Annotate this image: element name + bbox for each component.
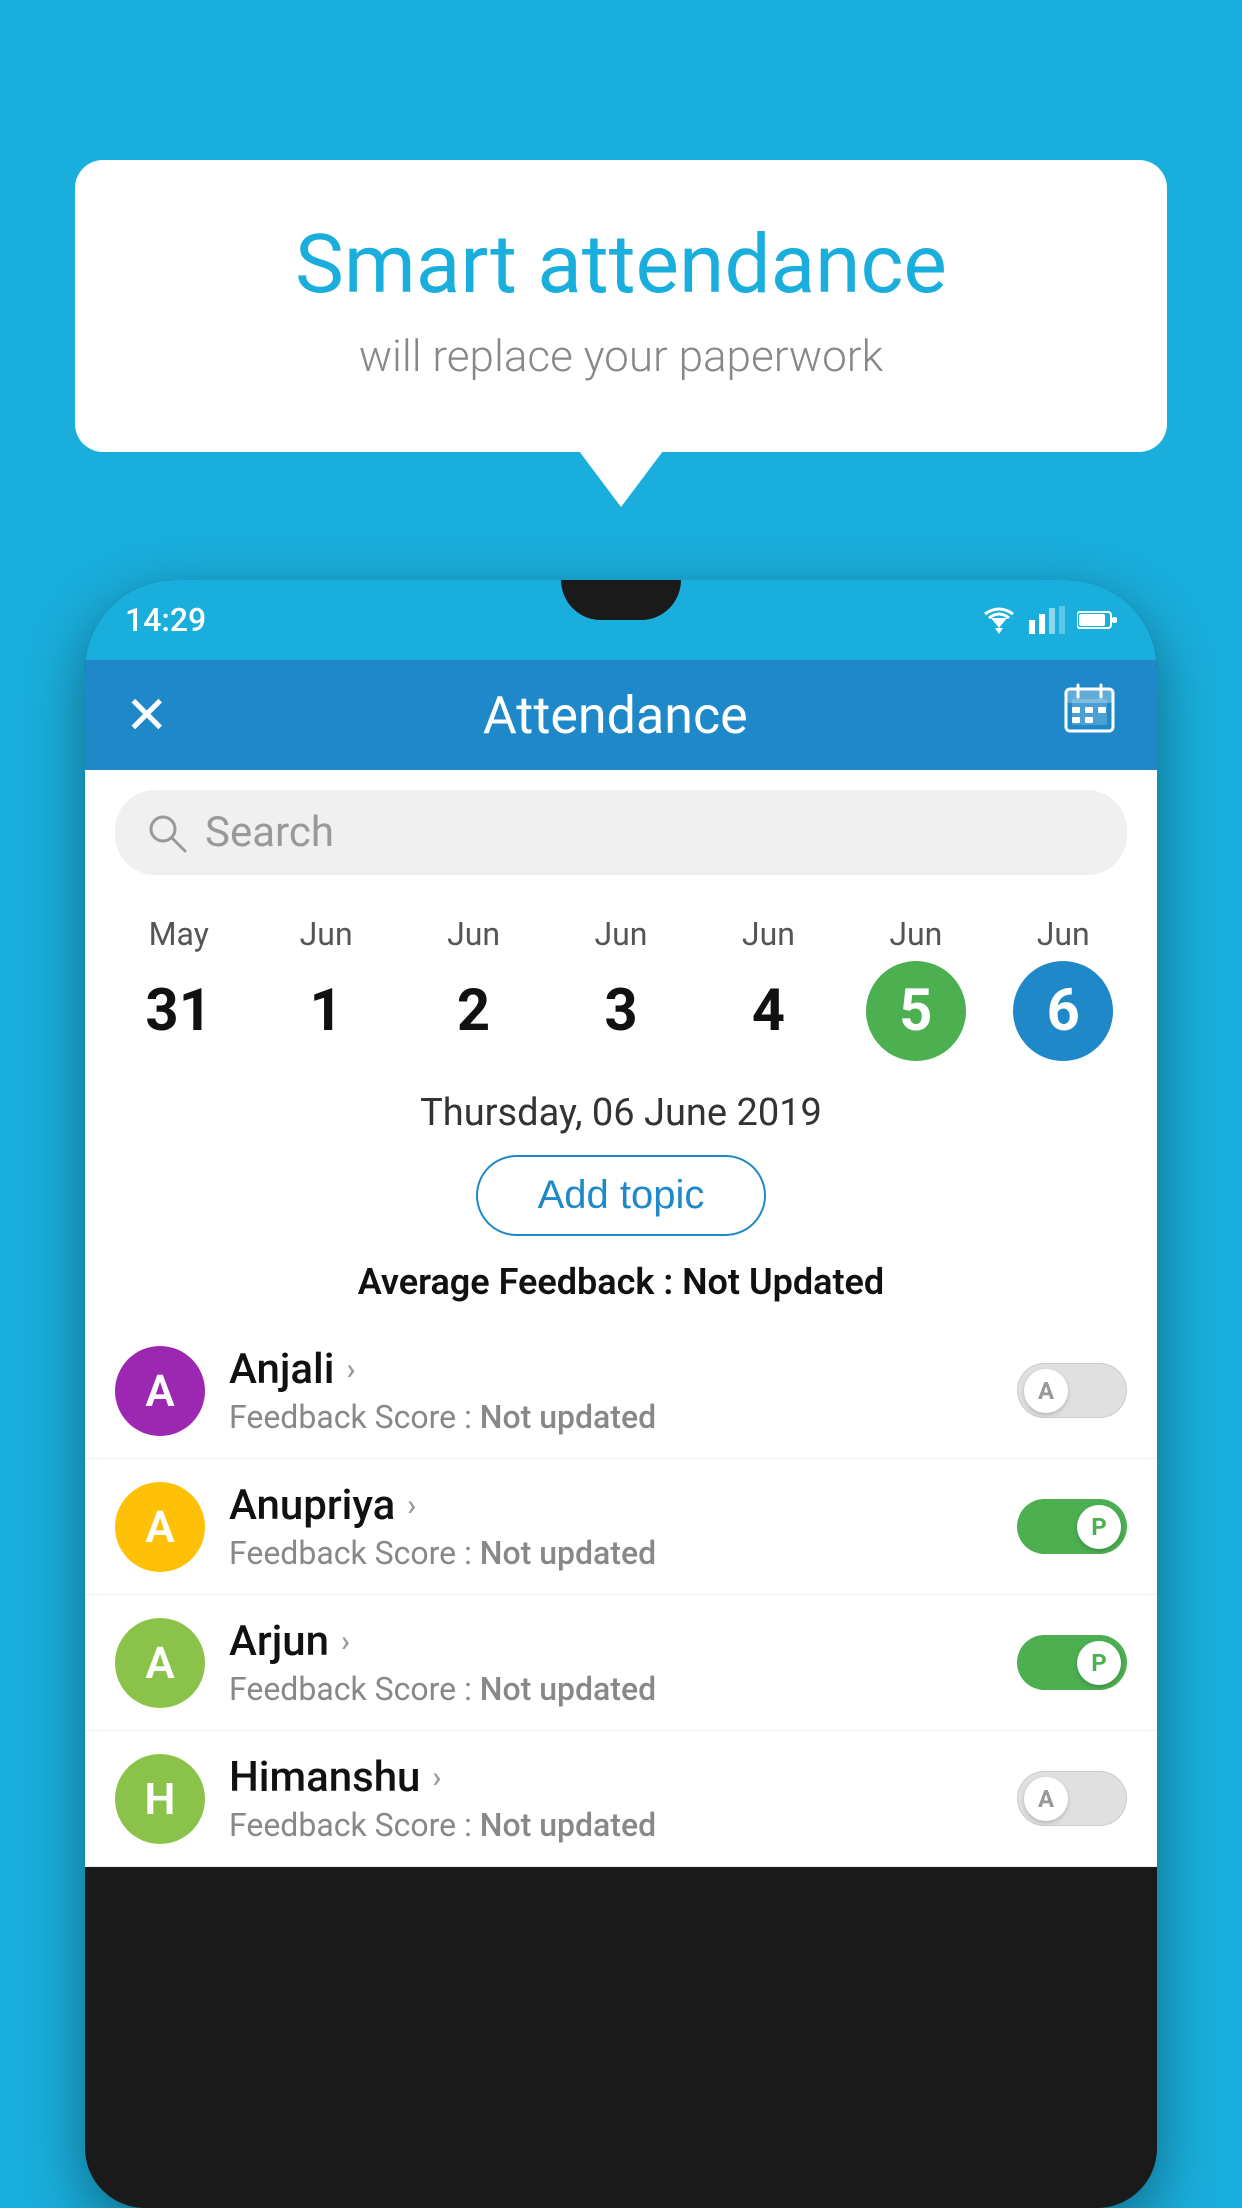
chevron-icon: › bbox=[341, 1624, 350, 1659]
student-item[interactable]: A Arjun › Feedback Score : Not updated P bbox=[85, 1595, 1157, 1731]
phone-frame: 14:29 ✕ At bbox=[85, 580, 1157, 2208]
student-info: Anjali › Feedback Score : Not updated bbox=[229, 1345, 993, 1436]
app-header: ✕ Attendance bbox=[85, 660, 1157, 770]
status-bar: 14:29 bbox=[85, 580, 1157, 660]
student-item[interactable]: H Himanshu › Feedback Score : Not updated A bbox=[85, 1731, 1157, 1867]
attendance-toggle[interactable]: A bbox=[1017, 1771, 1127, 1826]
student-item[interactable]: A Anjali › Feedback Score : Not updated A bbox=[85, 1323, 1157, 1459]
cal-month-label: Jun bbox=[742, 915, 795, 953]
avatar: A bbox=[115, 1482, 205, 1572]
chevron-icon: › bbox=[432, 1760, 441, 1795]
student-score: Feedback Score : Not updated bbox=[229, 1670, 993, 1708]
toggle-knob: A bbox=[1024, 1369, 1068, 1413]
calendar-day[interactable]: Jun 2 bbox=[414, 915, 534, 1061]
signal-icon bbox=[1029, 606, 1065, 634]
student-info: Arjun › Feedback Score : Not updated bbox=[229, 1617, 993, 1708]
add-topic-button[interactable]: Add topic bbox=[476, 1155, 767, 1236]
cal-month-label: Jun bbox=[594, 915, 647, 953]
status-icons bbox=[981, 606, 1117, 634]
attendance-toggle[interactable]: P bbox=[1017, 1499, 1127, 1554]
search-placeholder: Search bbox=[205, 808, 334, 857]
search-icon bbox=[145, 811, 189, 855]
toggle-wrap[interactable]: A bbox=[1017, 1771, 1127, 1826]
student-name: Arjun › bbox=[229, 1617, 993, 1666]
student-name: Anupriya › bbox=[229, 1481, 993, 1530]
toggle-wrap[interactable]: P bbox=[1017, 1635, 1127, 1690]
cal-day-num[interactable]: 31 bbox=[129, 961, 229, 1061]
avatar: H bbox=[115, 1754, 205, 1844]
avg-feedback-label: Average Feedback : bbox=[358, 1261, 673, 1303]
cal-month-label: May bbox=[149, 915, 209, 953]
speech-bubble: Smart attendance will replace your paper… bbox=[75, 160, 1167, 452]
cal-month-label: Jun bbox=[447, 915, 500, 953]
cal-month-label: Jun bbox=[889, 915, 942, 953]
toggle-wrap[interactable]: A bbox=[1017, 1363, 1127, 1418]
date-label: Thursday, 06 June 2019 bbox=[85, 1061, 1157, 1155]
student-list: AAnjali ›Feedback Score : Not updatedAAA… bbox=[85, 1323, 1157, 1867]
cal-day-num[interactable]: 3 bbox=[571, 961, 671, 1061]
cal-day-num[interactable]: 2 bbox=[424, 961, 524, 1061]
avatar: A bbox=[115, 1618, 205, 1708]
student-name: Himanshu › bbox=[229, 1753, 993, 1802]
calendar-day[interactable]: Jun 1 bbox=[266, 915, 386, 1061]
toggle-knob: P bbox=[1077, 1505, 1121, 1549]
close-button[interactable]: ✕ bbox=[125, 685, 169, 746]
student-item[interactable]: A Anupriya › Feedback Score : Not updated P bbox=[85, 1459, 1157, 1595]
header-title: Attendance bbox=[483, 685, 748, 746]
student-info: Anupriya › Feedback Score : Not updated bbox=[229, 1481, 993, 1572]
calendar-button[interactable] bbox=[1062, 681, 1117, 749]
chevron-icon: › bbox=[407, 1488, 416, 1523]
student-score: Feedback Score : Not updated bbox=[229, 1534, 993, 1572]
chevron-icon: › bbox=[346, 1352, 355, 1387]
student-score: Feedback Score : Not updated bbox=[229, 1806, 993, 1844]
calendar-day[interactable]: Jun 3 bbox=[561, 915, 681, 1061]
avg-feedback: Average Feedback : Not Updated bbox=[85, 1261, 1157, 1303]
toggle-knob: A bbox=[1024, 1777, 1068, 1821]
calendar-day[interactable]: May 31 bbox=[119, 915, 239, 1061]
calendar-icon bbox=[1062, 681, 1117, 736]
cal-month-label: Jun bbox=[300, 915, 353, 953]
cal-month-label: Jun bbox=[1037, 915, 1090, 953]
cal-day-num[interactable]: 4 bbox=[718, 961, 818, 1061]
cal-day-num[interactable]: 5 bbox=[866, 961, 966, 1061]
phone-notch bbox=[561, 580, 681, 620]
calendar-day[interactable]: Jun 5 bbox=[856, 915, 976, 1061]
avatar: A bbox=[115, 1346, 205, 1436]
calendar-row: May 31 Jun 1 Jun 2 Jun 3 Jun 4 Jun 5 Jun 6 bbox=[85, 895, 1157, 1061]
bubble-title: Smart attendance bbox=[155, 220, 1087, 310]
avg-feedback-value: Not Updated bbox=[682, 1261, 884, 1303]
toggle-knob: P bbox=[1077, 1641, 1121, 1685]
attendance-toggle[interactable]: A bbox=[1017, 1363, 1127, 1418]
student-score: Feedback Score : Not updated bbox=[229, 1398, 993, 1436]
attendance-toggle[interactable]: P bbox=[1017, 1635, 1127, 1690]
calendar-day[interactable]: Jun 6 bbox=[1003, 915, 1123, 1061]
battery-icon bbox=[1077, 609, 1117, 631]
student-info: Himanshu › Feedback Score : Not updated bbox=[229, 1753, 993, 1844]
student-name: Anjali › bbox=[229, 1345, 993, 1394]
bubble-subtitle: will replace your paperwork bbox=[155, 330, 1087, 382]
phone-screen: Search May 31 Jun 1 Jun 2 Jun 3 Jun 4 Jun 5 Jun 6 Thu… bbox=[85, 770, 1157, 1867]
search-bar[interactable]: Search bbox=[115, 790, 1127, 875]
status-time: 14:29 bbox=[125, 601, 206, 639]
cal-day-num[interactable]: 1 bbox=[276, 961, 376, 1061]
calendar-day[interactable]: Jun 4 bbox=[708, 915, 828, 1061]
cal-day-num[interactable]: 6 bbox=[1013, 961, 1113, 1061]
wifi-icon bbox=[981, 606, 1017, 634]
toggle-wrap[interactable]: P bbox=[1017, 1499, 1127, 1554]
